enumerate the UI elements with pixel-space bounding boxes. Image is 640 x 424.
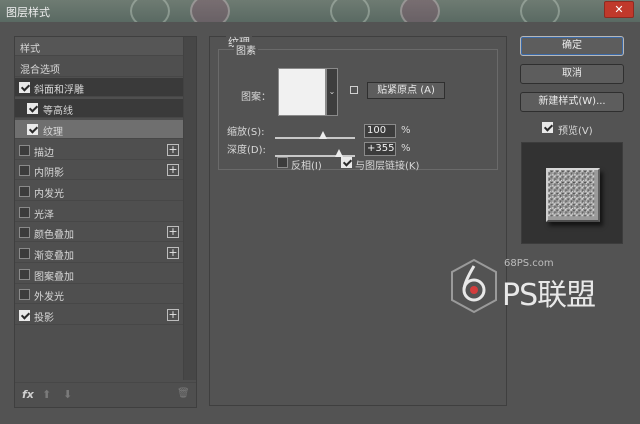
style-list-item-label: 投影 xyxy=(34,313,54,325)
close-button[interactable]: ✕ xyxy=(604,1,634,18)
titlebar-ornament xyxy=(130,0,170,22)
preview-checkbox[interactable] xyxy=(542,122,553,133)
watermark-text: PS联盟 xyxy=(502,278,596,313)
preview-label: 预览(V) xyxy=(558,126,593,137)
titlebar-ornament xyxy=(190,0,230,22)
style-enable-checkbox[interactable] xyxy=(19,82,30,94)
titlebar-ornament xyxy=(400,0,440,22)
style-enable-checkbox[interactable] xyxy=(19,185,30,197)
style-enable-checkbox[interactable] xyxy=(19,206,30,218)
style-list-item-label: 光泽 xyxy=(34,209,54,221)
snap-to-origin-button[interactable]: 贴紧原点 (A) xyxy=(367,82,445,99)
style-list-item-label: 混合选项 xyxy=(20,64,60,76)
style-list-item-label: 纹理 xyxy=(43,126,63,138)
style-list-item-label: 样式 xyxy=(20,44,40,55)
pattern-swatch[interactable] xyxy=(278,68,326,116)
style-list-item-label: 描边 xyxy=(34,147,54,159)
style-list-item-label: 内阴影 xyxy=(34,168,64,180)
style-list-scrollbar[interactable] xyxy=(183,37,196,380)
style-list-item-label: 渐变叠加 xyxy=(34,251,74,262)
fx-icon[interactable]: fx xyxy=(22,388,34,401)
style-list-panel: 样式混合选项斜面和浮雕等高线纹理描边 + 内阴影 + 内发光光泽颜色叠加 + 渐变叠加 + 图案… xyxy=(14,36,197,408)
preview-checkbox-row[interactable]: 预览(V) xyxy=(542,122,632,137)
style-list-item[interactable]: 样式 xyxy=(15,37,183,56)
style-list-item[interactable]: 投影 + xyxy=(15,306,183,326)
style-list-item[interactable]: 描边 + xyxy=(15,141,183,160)
depth-slider-thumb[interactable] xyxy=(335,149,343,157)
scale-slider-track[interactable] xyxy=(275,137,355,139)
depth-input[interactable]: +355 xyxy=(364,142,396,156)
window-title: 图层样式 xyxy=(6,6,50,19)
style-enable-checkbox[interactable] xyxy=(19,248,30,259)
cancel-button[interactable]: 取消 xyxy=(520,64,624,84)
add-effect-icon[interactable]: + xyxy=(167,226,179,239)
style-list-item-label: 斜面和浮雕 xyxy=(34,85,84,97)
add-effect-icon[interactable]: + xyxy=(167,164,179,177)
depth-label: 深度(D): xyxy=(227,145,266,156)
elements-subgroup: 图素 图案： ⌄ 贴紧原点 (A) 缩放(S): 100 % 深度(D): +3… xyxy=(218,42,498,172)
style-enable-checkbox[interactable] xyxy=(19,289,30,301)
style-list-item[interactable]: 混合选项 xyxy=(15,58,183,77)
add-effect-icon[interactable]: + xyxy=(167,309,179,322)
style-list-item[interactable]: 渐变叠加 + xyxy=(15,244,183,263)
scale-unit: % xyxy=(401,125,411,136)
style-list-item[interactable]: 斜面和浮雕 xyxy=(15,78,183,98)
style-list-item[interactable]: 颜色叠加 + xyxy=(15,223,183,243)
style-list-item-label: 图案叠加 xyxy=(34,271,74,283)
invert-checkbox[interactable] xyxy=(277,157,288,168)
elements-subgroup-title: 图素 xyxy=(234,42,258,57)
close-icon: ✕ xyxy=(614,3,624,16)
style-list-item-label: 等高线 xyxy=(43,106,73,118)
invert-checkbox-row[interactable]: 反相(I) xyxy=(277,157,337,172)
style-list-item[interactable]: 内发光 xyxy=(15,182,183,201)
style-enable-checkbox[interactable] xyxy=(19,310,30,322)
pattern-label: 图案： xyxy=(241,92,271,103)
style-enable-checkbox[interactable] xyxy=(19,165,30,177)
style-list-item-label: 颜色叠加 xyxy=(34,230,74,242)
depth-unit: % xyxy=(401,143,411,154)
style-enable-checkbox[interactable] xyxy=(19,227,30,239)
link-with-layer-checkbox-row[interactable]: 与图层链接(K) xyxy=(341,157,441,172)
title-bar: 图层样式 ✕ xyxy=(0,0,640,22)
move-down-icon[interactable]: ⬇ xyxy=(63,388,72,401)
chevron-down-icon: ⌄ xyxy=(328,87,336,96)
style-list-item-label: 内发光 xyxy=(34,188,64,200)
style-list-item[interactable]: 纹理 xyxy=(15,119,183,139)
style-enable-checkbox[interactable] xyxy=(27,103,38,115)
texture-panel: 纹理 图素 图案： ⌄ 贴紧原点 (A) 缩放(S): 100 % 深度(D):… xyxy=(209,34,507,406)
scale-slider-thumb[interactable] xyxy=(319,131,327,139)
style-list-item[interactable]: 光泽 xyxy=(15,203,183,222)
link-with-layer-label: 与图层链接(K) xyxy=(355,161,420,172)
preview-thumbnail xyxy=(546,168,600,222)
style-list-item[interactable]: 内阴影 + xyxy=(15,161,183,181)
style-list-item[interactable]: 外发光 xyxy=(15,285,183,305)
add-effect-icon[interactable]: + xyxy=(167,247,179,259)
style-preview xyxy=(521,142,623,244)
ok-button[interactable]: 确定 xyxy=(520,36,624,56)
add-effect-icon[interactable]: + xyxy=(167,143,179,156)
style-enable-checkbox[interactable] xyxy=(19,144,30,156)
style-list-item[interactable]: 等高线 xyxy=(15,99,183,119)
scale-label: 缩放(S): xyxy=(227,127,265,138)
watermark-url: 68PS.com xyxy=(504,258,554,269)
style-list-item[interactable]: 图案叠加 xyxy=(15,265,183,284)
move-up-icon[interactable]: ⬆ xyxy=(42,388,51,401)
new-preset-icon[interactable] xyxy=(350,86,358,94)
pattern-dropdown-button[interactable]: ⌄ xyxy=(326,68,338,116)
new-style-button[interactable]: 新建样式(W)... xyxy=(520,92,624,112)
style-list-item-label: 外发光 xyxy=(34,292,64,304)
link-with-layer-checkbox[interactable] xyxy=(341,157,352,168)
style-enable-checkbox[interactable] xyxy=(19,268,30,280)
scale-input[interactable]: 100 xyxy=(364,124,396,138)
watermark-logo-icon xyxy=(451,258,497,314)
trash-icon[interactable]: 🗑 xyxy=(177,388,190,399)
style-list-footer: fx ⬆ ⬇ 🗑 xyxy=(15,382,196,407)
titlebar-ornament xyxy=(520,0,560,22)
invert-label: 反相(I) xyxy=(291,161,322,172)
titlebar-ornament xyxy=(330,0,370,22)
style-enable-checkbox[interactable] xyxy=(27,123,38,135)
